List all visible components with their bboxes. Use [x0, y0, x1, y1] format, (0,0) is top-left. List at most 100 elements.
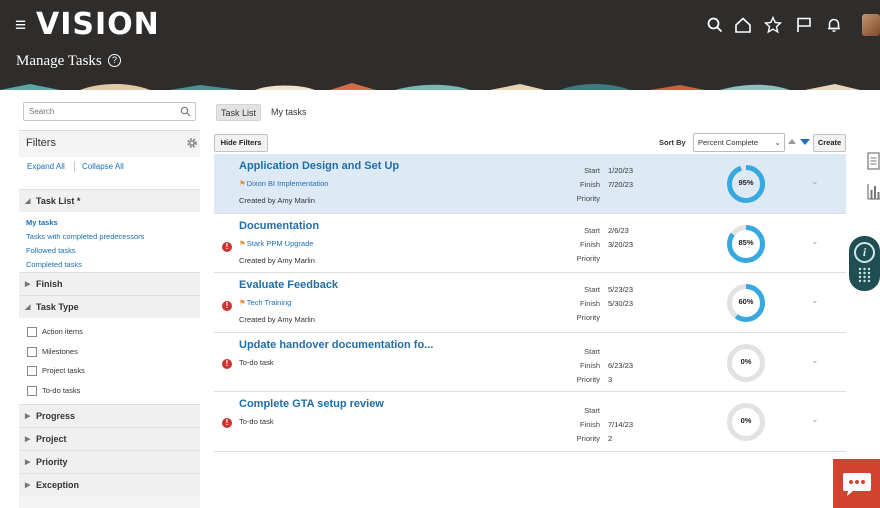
- created-by-value: Amy Marlin: [277, 196, 315, 205]
- overdue-alert-icon: !: [222, 358, 232, 369]
- finish-label: Finish: [579, 180, 600, 189]
- tab-my-tasks[interactable]: My tasks: [267, 104, 311, 121]
- sort-descending-icon[interactable]: [800, 139, 810, 145]
- task-project-link[interactable]: ⚑Tech Training: [239, 298, 291, 307]
- task-list-section-label: Task List *: [36, 196, 81, 206]
- start-label: Start: [584, 406, 600, 415]
- task-type-option[interactable]: To-do tasks: [26, 382, 193, 402]
- hide-filters-button[interactable]: Hide Filters: [214, 134, 268, 152]
- task-row[interactable]: Application Design and Set Up ⚑Dixon BI …: [214, 154, 846, 214]
- task-row[interactable]: ! Evaluate Feedback ⚑Tech Training Creat…: [214, 273, 846, 333]
- tab-task-list[interactable]: Task List: [216, 104, 262, 121]
- dots-grid-icon[interactable]: [858, 267, 871, 283]
- info-icon[interactable]: i: [854, 242, 875, 263]
- percent-complete-label: 0%: [740, 416, 752, 425]
- start-value: 2/6/23: [608, 225, 629, 235]
- task-type-option[interactable]: Milestones: [26, 343, 193, 363]
- filter-panel: Filters Expand All Collapse All ◢ Task L…: [19, 130, 200, 508]
- chat-button[interactable]: [833, 459, 880, 508]
- task-project-name: Tech Training: [246, 298, 292, 307]
- vision-logo[interactable]: VISION: [36, 6, 160, 44]
- priority-label: Priority: [576, 313, 600, 322]
- chevron-down-icon[interactable]: ⌄: [811, 176, 819, 187]
- task-list-completed-tasks[interactable]: Completed tasks: [26, 258, 193, 272]
- task-list-section-header[interactable]: ◢ Task List *: [19, 189, 200, 212]
- exception-section-label: Exception: [36, 480, 80, 490]
- expand-collapse-row: Expand All Collapse All: [19, 157, 200, 189]
- link-divider: [74, 161, 75, 172]
- project-tasks-checkbox[interactable]: [27, 366, 37, 376]
- finish-value: 7/20/23: [608, 180, 634, 189]
- start-label: Start: [584, 346, 600, 356]
- task-name-link[interactable]: Evaluate Feedback: [239, 279, 338, 291]
- task-project-link[interactable]: ⚑Stark PPM Upgrade: [239, 239, 313, 248]
- gear-icon[interactable]: [186, 137, 198, 149]
- guided-learning-widget[interactable]: i: [849, 236, 880, 291]
- home-icon[interactable]: [734, 16, 752, 34]
- exception-section-header[interactable]: ▶ Exception: [19, 473, 200, 496]
- task-name-link[interactable]: Documentation: [239, 220, 319, 232]
- task-name-link[interactable]: Complete GTA setup review: [239, 398, 384, 410]
- task-project-link[interactable]: ⚑Dixon BI Implementation: [239, 179, 328, 188]
- project-section-label: Project: [36, 434, 67, 444]
- task-name-link[interactable]: Application Design and Set Up: [239, 160, 399, 172]
- list-view-icon[interactable]: [867, 152, 880, 170]
- chevron-down-icon[interactable]: ⌄: [811, 355, 819, 366]
- task-type-option[interactable]: Action items: [26, 323, 193, 343]
- created-by-value: Amy Marlin: [277, 255, 315, 265]
- navigator-menu-icon[interactable]: ≡: [15, 16, 26, 35]
- task-type-option[interactable]: Project tasks: [26, 362, 193, 382]
- created-by-label: Created by: [239, 315, 276, 324]
- create-button[interactable]: Create: [813, 134, 846, 152]
- start-value: 5/23/23: [608, 285, 634, 294]
- milestones-checkbox[interactable]: [27, 346, 37, 357]
- collapsed-triangle-icon: ▶: [25, 281, 31, 288]
- analytics-chart-icon[interactable]: [867, 182, 880, 200]
- help-icon[interactable]: ?: [108, 54, 121, 67]
- created-by-value: Amy Marlin: [277, 315, 315, 324]
- chevron-down-icon[interactable]: ⌄: [811, 295, 819, 306]
- search-icon[interactable]: [706, 16, 724, 34]
- task-list-followed-tasks[interactable]: Followed tasks: [26, 244, 193, 258]
- priority-section-header[interactable]: ▶ Priority: [19, 450, 200, 473]
- project-section-header[interactable]: ▶ Project: [19, 427, 200, 450]
- chevron-down-icon[interactable]: ⌄: [811, 236, 819, 247]
- task-type-section-header[interactable]: ◢ Task Type: [19, 295, 200, 318]
- task-created-by: Created by Amy Marlin: [239, 315, 315, 324]
- collapsed-triangle-icon: ▶: [25, 413, 31, 420]
- page-title: Manage Tasks: [16, 53, 102, 69]
- flag-icon[interactable]: [795, 16, 813, 34]
- finish-section-header[interactable]: ▶ Finish: [19, 272, 200, 295]
- sort-ascending-icon[interactable]: [788, 139, 796, 144]
- start-label: Start: [584, 225, 600, 235]
- sort-by-label: Sort By: [659, 138, 686, 147]
- expanded-triangle-icon: ◢: [25, 198, 31, 205]
- progress-section-header[interactable]: ▶ Progress: [19, 404, 200, 427]
- chat-bubble-icon: [843, 473, 871, 496]
- expand-all-link[interactable]: Expand All: [27, 162, 65, 171]
- collapse-all-link[interactable]: Collapse All: [82, 162, 124, 171]
- search-input[interactable]: [24, 103, 174, 120]
- sort-by-select[interactable]: Percent Complete ⌄: [693, 133, 785, 152]
- action-items-checkbox[interactable]: [27, 327, 37, 337]
- to-do-tasks-checkbox[interactable]: [27, 385, 37, 396]
- action-items-label: Action items: [42, 327, 83, 336]
- expanded-triangle-icon: ◢: [25, 304, 31, 311]
- user-avatar[interactable]: [862, 14, 880, 36]
- task-row[interactable]: ! Update handover documentation fo... To…: [214, 332, 846, 392]
- notifications-bell-icon[interactable]: [825, 16, 843, 34]
- task-row[interactable]: ! Complete GTA setup review To-do task S…: [214, 392, 846, 452]
- collapsed-triangle-icon: ▶: [25, 482, 31, 489]
- task-list-completed-predecessors[interactable]: Tasks with completed predecessors: [26, 230, 193, 244]
- task-name-link[interactable]: Update handover documentation fo...: [239, 339, 433, 351]
- task-list-my-tasks[interactable]: My tasks: [26, 216, 193, 230]
- percent-complete-label: 95%: [738, 178, 754, 187]
- favorites-star-icon[interactable]: [764, 16, 782, 34]
- task-row[interactable]: ! Documentation ⚑Stark PPM Upgrade Creat…: [214, 213, 846, 273]
- finish-label: Finish: [579, 239, 600, 249]
- chevron-down-icon[interactable]: ⌄: [811, 414, 819, 425]
- start-value: 1/20/23: [608, 166, 634, 175]
- global-header: ≡ VISION Manage Tasks ?: [0, 0, 880, 82]
- decorative-banner: [0, 82, 880, 90]
- search-icon[interactable]: [180, 106, 191, 117]
